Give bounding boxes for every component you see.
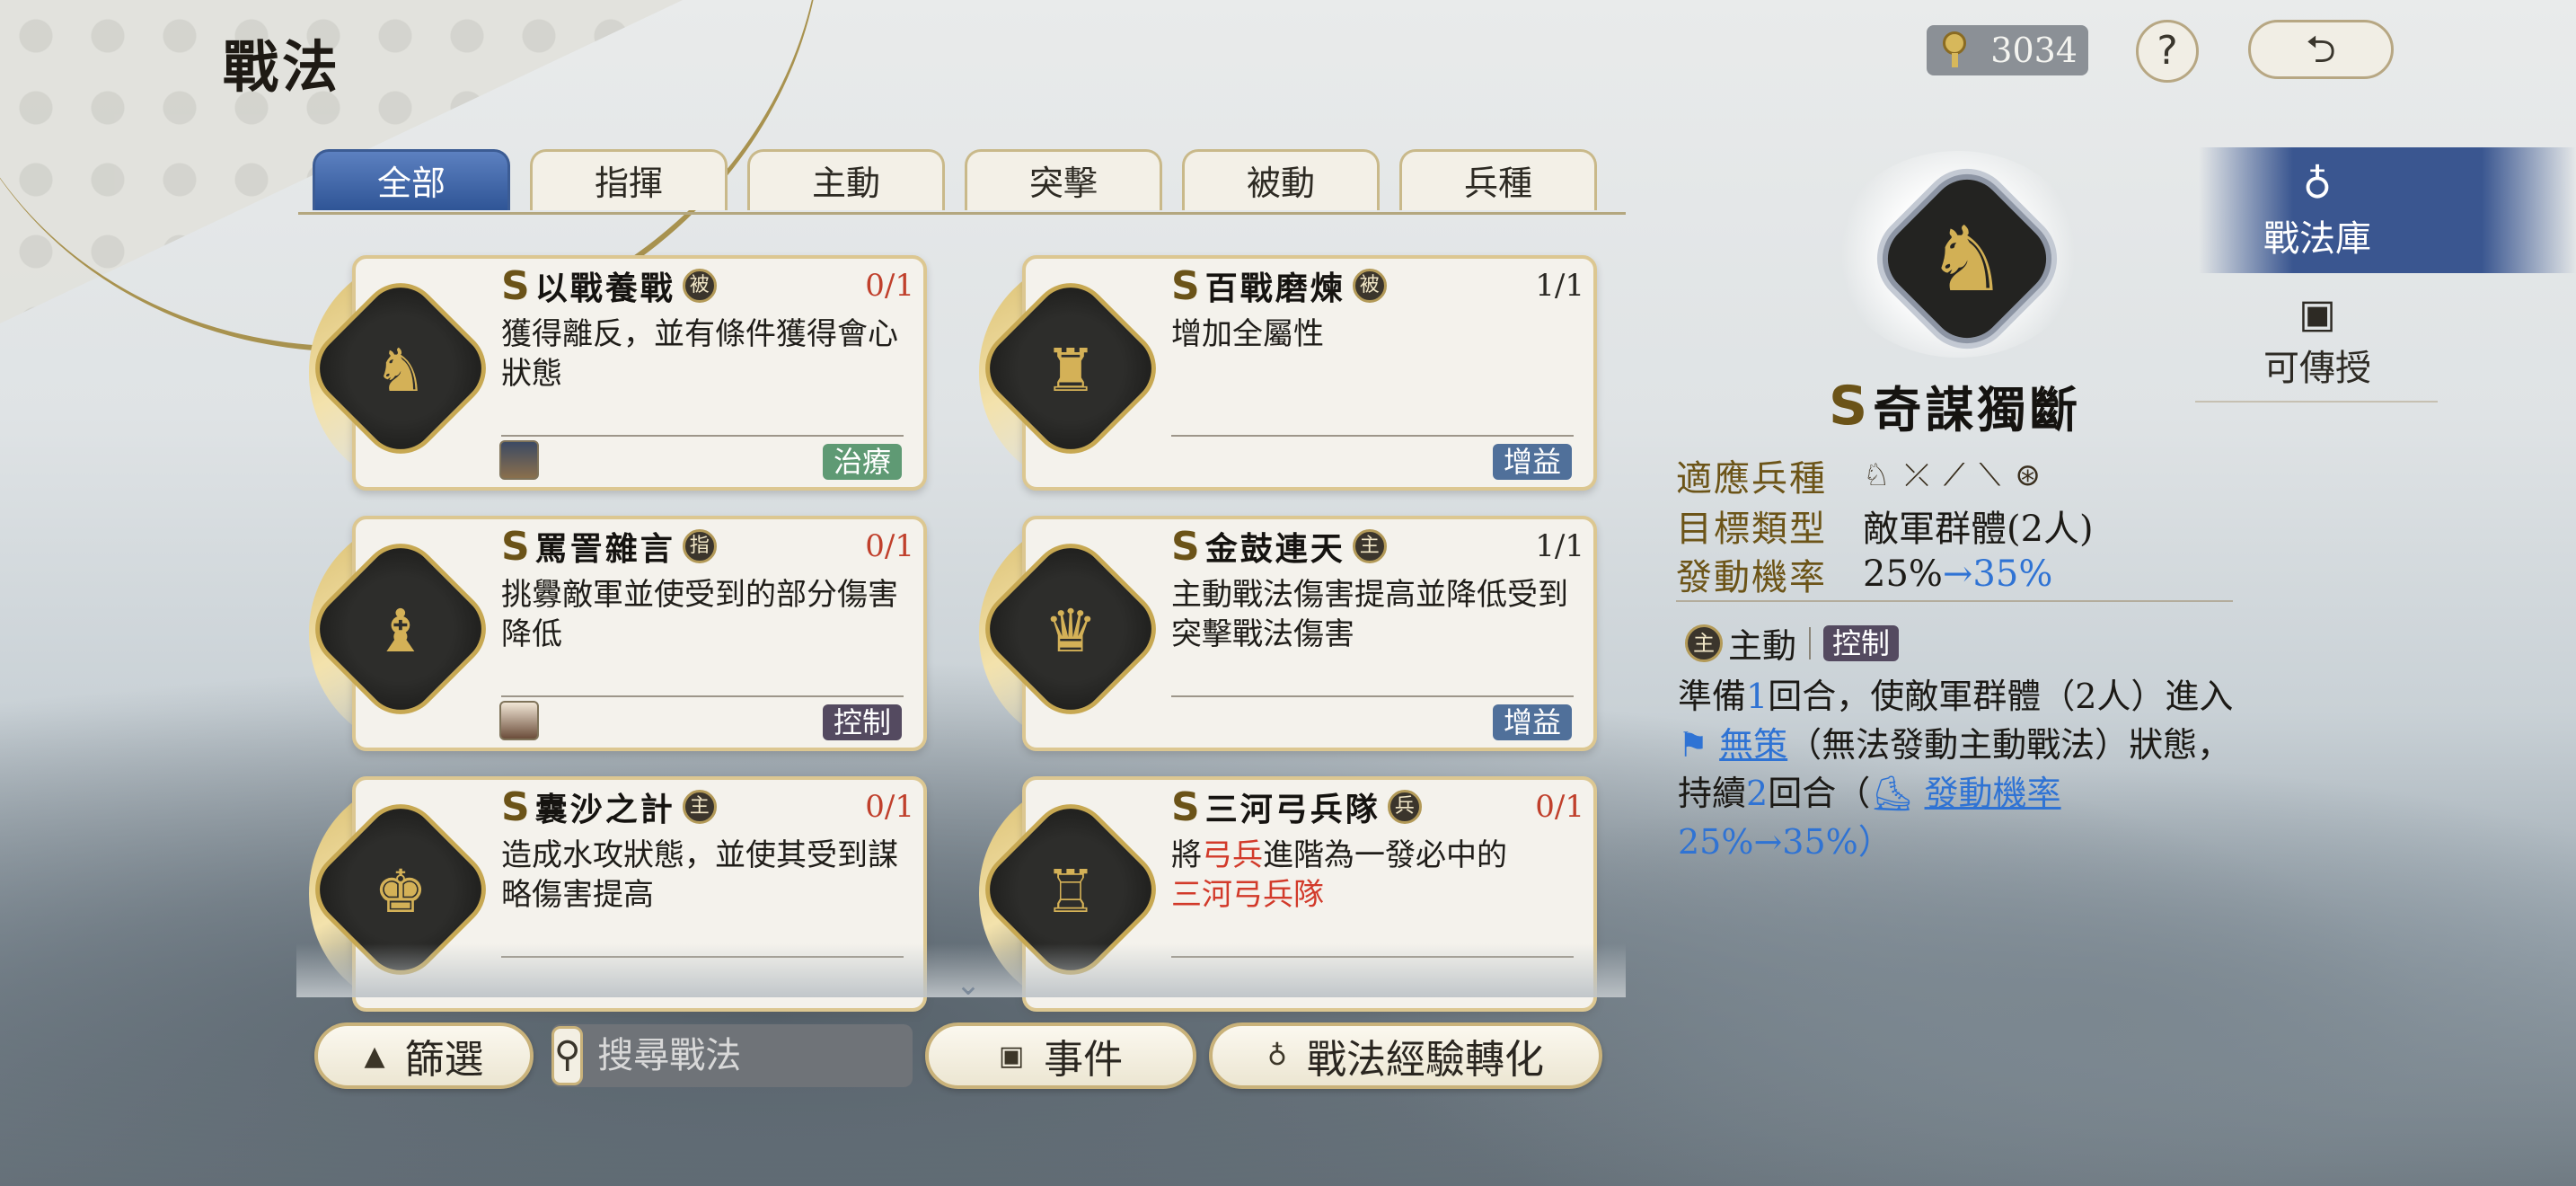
active-type-badge: 主 xyxy=(1685,624,1723,662)
tab-assault[interactable]: 突擊 xyxy=(965,149,1162,210)
event-book-icon: ▣ xyxy=(998,1040,1025,1072)
tactic-desc: 造成水攻狀態，並使其受到謀略傷害提高 xyxy=(501,837,898,913)
grade-label: S xyxy=(501,523,530,570)
scheming-warrior-icon: ♞ xyxy=(1927,207,2007,312)
effect-tag: 增益 xyxy=(1492,704,1572,740)
owned-count: 0/1 xyxy=(1535,789,1584,825)
tactic-desc: 增加全屬性 xyxy=(1171,316,1324,352)
tactic-desc: 挑釁敵軍並使受到的部分傷害降低 xyxy=(501,577,898,652)
grade-label: S xyxy=(1171,783,1200,830)
tactic-desc: 獲得離反，並有條件獲得會心狀態 xyxy=(501,316,898,392)
tactic-point-icon xyxy=(1939,31,1972,69)
control-tag: 控制 xyxy=(1823,624,1900,661)
grade-label: S xyxy=(1171,262,1200,309)
tab-all[interactable]: 全部 xyxy=(313,149,510,210)
filter-button[interactable]: ▲ 篩選 xyxy=(314,1022,534,1089)
general-avatar[interactable] xyxy=(499,440,539,480)
detail-description: 準備1回合，使敵軍群體（2人）進入⚑ 無策（無法發動主動戰法）狀態，持續2回合（… xyxy=(1678,677,2234,862)
tactic-card[interactable]: ♝ S 罵詈雜言 指 0/1 挑釁敵軍並使受到的部分傷害降低 控制 xyxy=(298,516,929,751)
status-link-wuce[interactable]: 無策 xyxy=(1719,725,1787,765)
search-icon[interactable]: ⚲ xyxy=(551,1026,584,1085)
type-badge: 主 xyxy=(1352,529,1387,563)
nav-teachable[interactable]: ▣ 可傳授 xyxy=(2183,291,2452,391)
owned-count: 0/1 xyxy=(865,268,914,304)
tab-troop[interactable]: 兵種 xyxy=(1399,149,1597,210)
tactic-desc: 主動戰法傷害提高並降低受到突擊戰法傷害 xyxy=(1171,577,1568,652)
tab-command[interactable]: 指揮 xyxy=(530,149,728,210)
shield-icon: ⊛ xyxy=(2015,457,2041,493)
general-avatar[interactable] xyxy=(499,701,539,740)
tactic-card[interactable]: ♜ S 百戰磨煉 被 1/1 增加全屬性 增益 xyxy=(968,255,1599,491)
scroll-down-icon[interactable]: ⌄ xyxy=(950,967,986,1003)
grade-label: S xyxy=(1171,523,1200,570)
detail-type-row: 主 主動 控制 xyxy=(1685,618,1900,668)
currency-display: 3034 xyxy=(1927,25,2088,75)
tactic-point-icon: ♁ xyxy=(1267,1040,1287,1072)
grade-label: S xyxy=(501,262,530,309)
tactic-name: 金鼓連天 xyxy=(1204,530,1345,568)
warrior-icon: ♞ xyxy=(374,336,428,405)
help-button[interactable]: ? xyxy=(2136,20,2199,83)
caret-up-icon: ▲ xyxy=(364,1040,385,1072)
tactic-card[interactable]: ♞ S 以戰養戰 被 0/1 獲得離反，並有條件獲得會心狀態 治療 xyxy=(298,255,929,491)
owned-count: 0/1 xyxy=(865,528,914,564)
owned-count: 0/1 xyxy=(865,789,914,825)
tab-passive[interactable]: 被動 xyxy=(1182,149,1380,210)
owned-count: 1/1 xyxy=(1535,268,1584,304)
cavalry-icon: ♘ xyxy=(1863,457,1891,493)
owned-count: 1/1 xyxy=(1535,528,1584,564)
page-title: 戰法 xyxy=(223,34,342,100)
type-badge: 被 xyxy=(682,269,717,303)
target-type-row: 目標類型 敵軍群體(2人) xyxy=(1676,509,2094,550)
gun-icon: ⟋ xyxy=(1943,457,1965,493)
strategist-icon: ♚ xyxy=(374,857,428,926)
back-button[interactable]: ⮌ xyxy=(2248,20,2394,79)
type-badge: 指 xyxy=(682,529,717,563)
type-badge: 兵 xyxy=(1387,790,1422,824)
currency-value: 3034 xyxy=(1990,31,2078,70)
type-badge: 被 xyxy=(1352,269,1387,303)
effect-tag: 控制 xyxy=(822,704,902,740)
event-button[interactable]: ▣ 事件 xyxy=(925,1022,1196,1089)
detail-name: 奇謀獨斷 xyxy=(1873,381,2082,438)
type-badge: 主 xyxy=(682,790,717,824)
tactic-card[interactable]: ♛ S 金鼓連天 主 1/1 主動戰法傷害提高並降低受到突擊戰法傷害 增益 xyxy=(968,516,1599,751)
tactic-name: 罵詈雜言 xyxy=(534,530,675,568)
war-drum-icon: ♛ xyxy=(1044,597,1098,666)
grade-label: S xyxy=(501,783,530,830)
troop-type-row: 適應兵種 ♘ ⤫ ⟋ ⟍ ⊛ xyxy=(1676,457,2041,500)
detail-grade: S xyxy=(1829,374,1868,438)
tactic-desc: 將弓兵進階為一發必中的 三河弓兵隊 xyxy=(1171,837,1507,913)
tactic-name: 以戰養戰 xyxy=(534,270,675,307)
search-bar: ⚲ ◷ xyxy=(551,1024,1088,1087)
category-tabs: 全部 指揮 主動 突擊 被動 兵種 xyxy=(313,149,1597,210)
drummer-icon: ♝ xyxy=(374,597,428,666)
tactic-name: 百戰磨煉 xyxy=(1204,270,1345,307)
trigger-rate-row: 發動機率 25% →35% xyxy=(1676,553,2053,598)
warrior-icon: ♜ xyxy=(1044,336,1098,405)
spear-icon: ⟍ xyxy=(1979,457,2001,493)
effect-tag: 增益 xyxy=(1492,444,1572,480)
boot-icon: ⛸ xyxy=(1870,774,1925,813)
tab-active[interactable]: 主動 xyxy=(747,149,945,210)
detail-title: S 奇謀獨斷 xyxy=(1829,370,2081,441)
flag-icon: ⚑ xyxy=(1678,725,1720,765)
tactic-name: 囊沙之計 xyxy=(534,791,675,828)
tab-divider xyxy=(298,212,1626,215)
detail-emblem: ♞ xyxy=(1832,151,2084,361)
effect-tag: 治療 xyxy=(822,444,902,480)
tactic-name: 三河弓兵隊 xyxy=(1204,791,1381,828)
nav-tactic-library[interactable]: ♁ 戰法庫 xyxy=(2183,162,2452,261)
archer-icon: ♖ xyxy=(1044,857,1098,926)
bow-icon: ⤫ xyxy=(1904,457,1929,493)
tactic-point-icon: ♁ xyxy=(2302,162,2333,208)
trigger-rate-link[interactable]: 發動機率 xyxy=(1925,774,2061,813)
convert-exp-button[interactable]: ♁ 戰法經驗轉化 xyxy=(1209,1022,1602,1089)
scroll-icon: ▣ xyxy=(2298,291,2336,337)
